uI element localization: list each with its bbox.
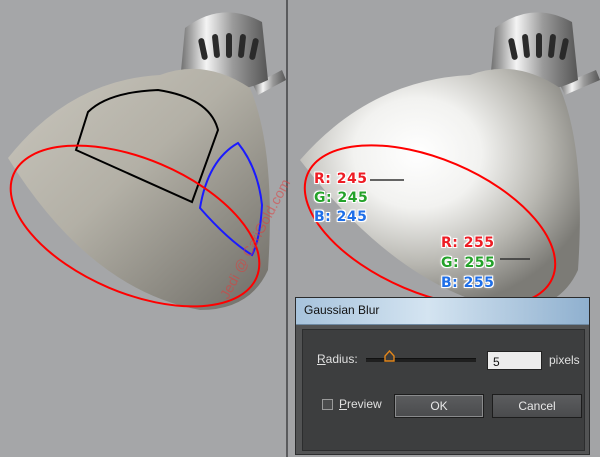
sample1-b: B: 245 (314, 209, 368, 225)
ok-button[interactable]: OK (394, 394, 484, 418)
preview-label[interactable]: Preview (339, 397, 382, 411)
sample1-g: G: 245 (314, 190, 369, 206)
gaussian-blur-dialog: Gaussian Blur Radius: pixels Preview OK … (295, 297, 590, 455)
sample1-r: R: 245 (314, 171, 368, 187)
dialog-body: Radius: pixels Preview OK Cancel (302, 329, 585, 451)
sample2-r: R: 255 (441, 235, 495, 251)
dialog-titlebar[interactable]: Gaussian Blur (296, 298, 589, 325)
cancel-button[interactable]: Cancel (492, 394, 582, 418)
preview-checkbox[interactable] (322, 399, 333, 410)
sample2-g: G: 255 (441, 255, 496, 271)
radius-slider-thumb[interactable] (383, 350, 396, 363)
radius-input[interactable] (487, 351, 542, 370)
radius-label: Radius: (317, 352, 358, 366)
sample2-b: B: 255 (441, 275, 495, 291)
dialog-title: Gaussian Blur (304, 303, 380, 317)
radius-unit: pixels (549, 353, 580, 367)
